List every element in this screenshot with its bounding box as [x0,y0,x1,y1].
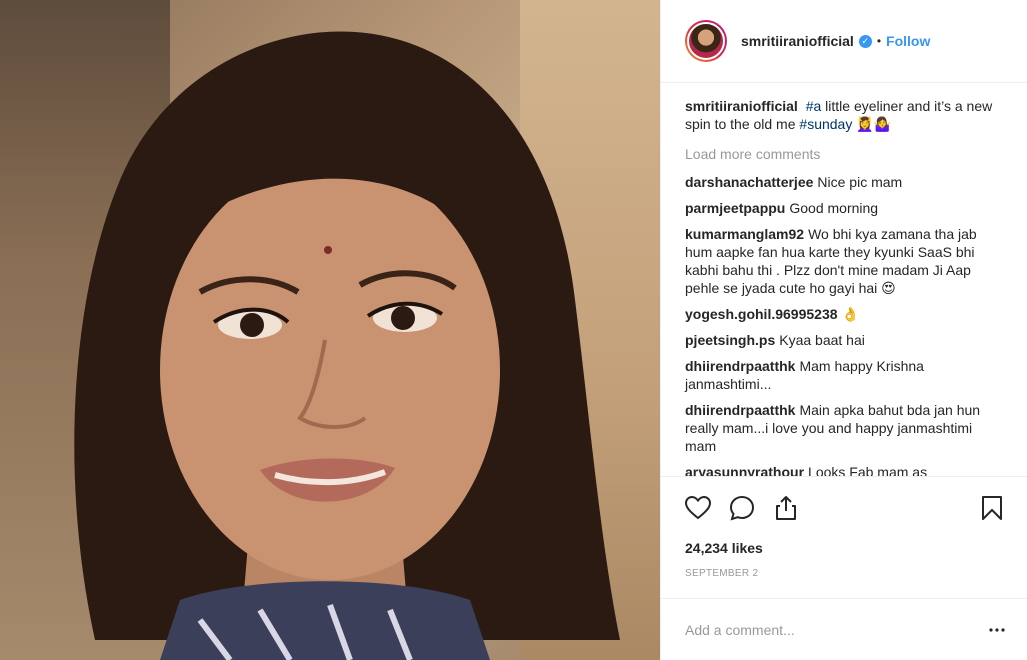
caption-username[interactable]: smritiiraniofficial [685,98,798,114]
comment-text: Nice pic mam [817,174,903,190]
header-username[interactable]: smritiiraniofficial [741,33,854,49]
more-options-icon[interactable] [987,620,1007,640]
comment-username[interactable]: dhiirendrpaatthk [685,402,795,418]
comment: kumarmanglam92 Wo bhi kya zamana tha jab … [685,225,1007,297]
post-side-panel: smritiiraniofficial ✓ • Follow smritiira… [660,0,1027,660]
comment-username[interactable]: darshanachatterjee [685,174,813,190]
comment: parmjeetpappu Good morning [685,199,1007,217]
comment-text: Kyaa baat hai [779,332,865,348]
verified-badge-icon: ✓ [858,34,872,48]
comment: aryasunnyrathour Looks Fab mam as [685,463,1007,476]
comment-username[interactable]: parmjeetpappu [685,200,785,216]
avatar-image [687,22,725,60]
load-more-comments-button[interactable]: Load more comments [685,145,1007,163]
caption: smritiiraniofficial #a little eyeliner a… [685,97,1007,133]
post-header: smritiiraniofficial ✓ • Follow [661,0,1027,83]
comment: dhiirendrpaatthk Main apka bahut bda jan … [685,401,1007,455]
comment-text: 👌 [841,306,859,322]
comment-icon[interactable] [727,493,757,523]
comment-username[interactable]: pjeetsingh.ps [685,332,775,348]
comment-username[interactable]: dhiirendrpaatthk [685,358,795,374]
avatar[interactable] [685,20,727,62]
header-user: smritiiraniofficial ✓ • Follow [741,33,930,49]
instagram-post: smritiiraniofficial ✓ • Follow smritiira… [0,0,1027,660]
share-icon[interactable] [771,493,801,523]
likes-count[interactable]: 24,234 likes [661,538,1027,562]
hashtag-link[interactable]: #a [806,98,822,114]
heart-icon[interactable] [683,493,713,523]
comments-list[interactable]: smritiiraniofficial #a little eyeliner a… [661,83,1027,476]
action-bar [661,476,1027,538]
comment: dhiirendrpaatthk Mam happy Krishna janmas… [685,357,1007,393]
follow-button[interactable]: Follow [886,33,930,49]
comment: darshanachatterjee Nice pic mam [685,173,1007,191]
comment-username[interactable]: aryasunnyrathour [685,464,804,476]
comment: pjeetsingh.ps Kyaa baat hai [685,331,1007,349]
caption-emoji: 💆‍♀️🤷‍♀️ [852,116,892,132]
bookmark-icon[interactable] [977,493,1007,523]
comment-text: Good morning [789,200,879,216]
add-comment-input[interactable] [685,621,987,638]
comment: yogesh.gohil.96995238 👌 [685,305,1007,323]
separator-dot: • [876,34,882,48]
comment-username[interactable]: yogesh.gohil.96995238 [685,306,838,322]
comment-username[interactable]: kumarmanglam92 [685,226,804,242]
portrait-illustration [74,31,621,660]
post-photo[interactable] [0,0,660,660]
hashtag-link[interactable]: #sunday [799,116,852,132]
post-date[interactable]: SEPTEMBER 2 [661,562,1027,598]
comment-text: Looks Fab mam as [808,464,928,476]
add-comment-bar [661,598,1027,660]
